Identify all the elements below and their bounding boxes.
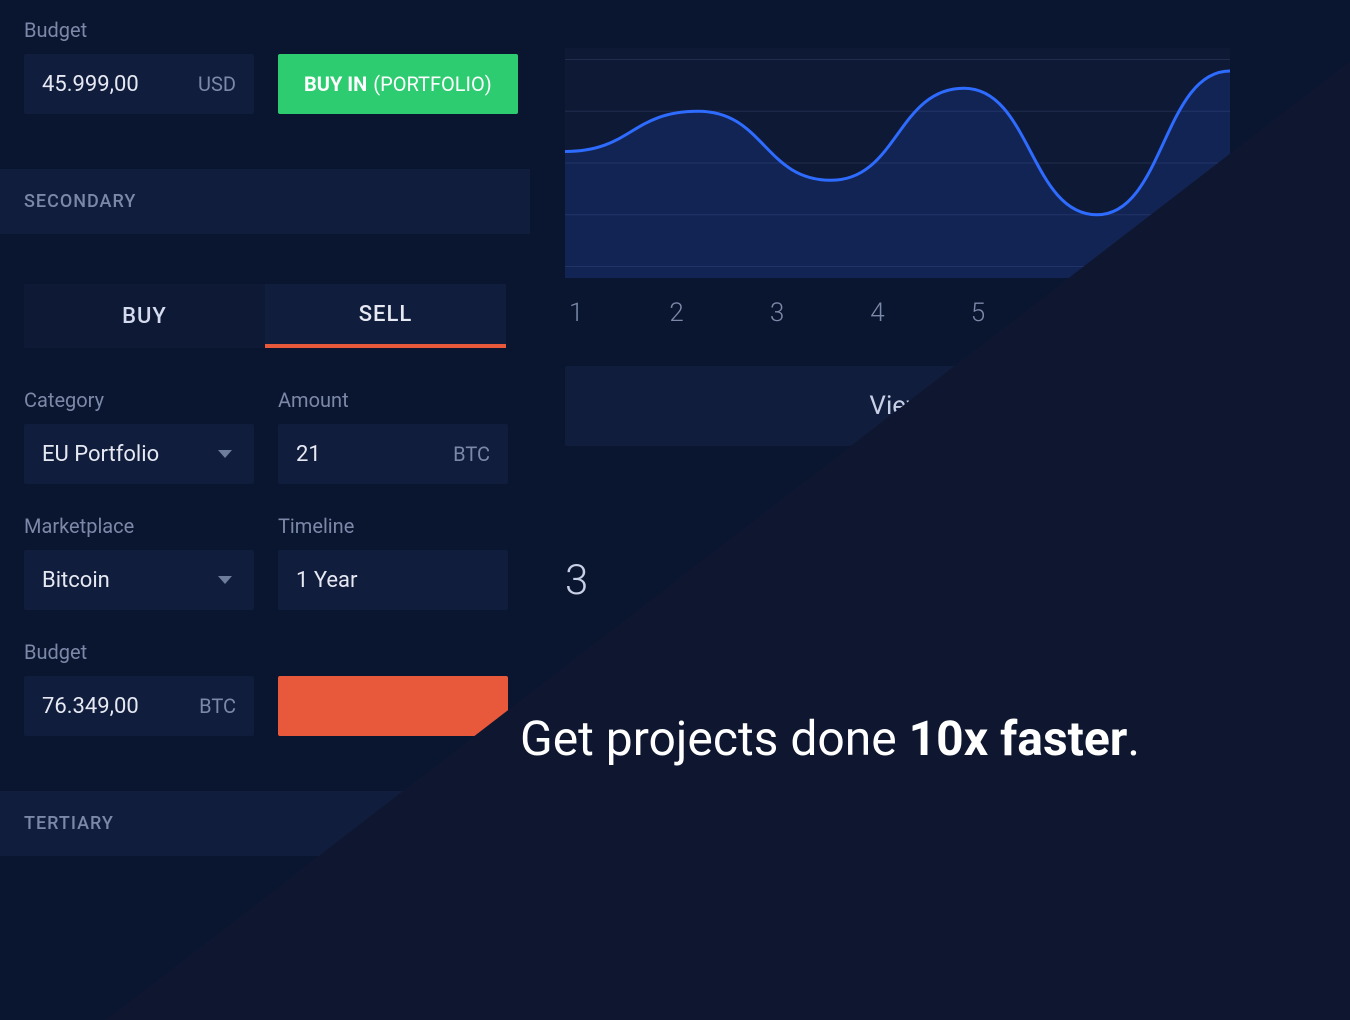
- tab-buy[interactable]: BUY: [24, 284, 265, 348]
- x-tick: 2: [669, 298, 683, 328]
- promo-text-plain: Get projects done: [520, 710, 909, 767]
- promo-text-bold: 10x faster: [909, 710, 1128, 767]
- budget-bottom-value: 76.349,00: [42, 694, 139, 719]
- buy-sell-tabs: BUY SELL: [24, 284, 506, 348]
- amount-unit: BTC: [453, 442, 490, 466]
- amount-label: Amount: [278, 388, 508, 412]
- timeline-label: Timeline: [278, 514, 508, 538]
- row-budget-buyin: Budget 45.999,00 USD BUY IN (PORTFOLIO): [24, 18, 506, 114]
- promo-text-end: .: [1127, 710, 1140, 767]
- budget-top-label: Budget: [24, 18, 254, 42]
- timeline-input[interactable]: 1 Year: [278, 550, 508, 610]
- x-tick: 5: [971, 298, 985, 328]
- x-tick: 3: [770, 298, 784, 328]
- tab-sell[interactable]: SELL: [265, 284, 506, 348]
- budget-bottom-label: Budget: [24, 640, 254, 664]
- sell-form: Category EU Portfolio Amount 21 BTC Mark…: [24, 388, 506, 736]
- section-header-secondary: SECONDARY: [0, 169, 530, 234]
- buy-in-rest: (PORTFOLIO): [373, 72, 491, 96]
- budget-bottom-unit: BTC: [199, 694, 236, 718]
- budget-top-value: 45.999,00: [42, 72, 139, 97]
- sell-action-button[interactable]: [278, 676, 508, 736]
- category-select[interactable]: EU Portfolio: [24, 424, 254, 484]
- budget-top-input[interactable]: 45.999,00 USD: [24, 54, 254, 114]
- marketplace-select[interactable]: Bitcoin: [24, 550, 254, 610]
- x-tick: 1: [569, 298, 583, 328]
- buy-in-button[interactable]: BUY IN (PORTFOLIO): [278, 54, 518, 114]
- timeline-value: 1 Year: [296, 568, 357, 593]
- marketplace-label: Marketplace: [24, 514, 254, 538]
- x-tick: 4: [870, 298, 884, 328]
- category-value: EU Portfolio: [42, 442, 159, 467]
- budget-bottom-input[interactable]: 76.349,00 BTC: [24, 676, 254, 736]
- buy-in-bold: BUY IN: [304, 72, 367, 96]
- budget-top-unit: USD: [198, 72, 236, 96]
- amount-value: 21: [296, 442, 321, 467]
- marketplace-value: Bitcoin: [42, 568, 110, 593]
- amount-input[interactable]: 21 BTC: [278, 424, 508, 484]
- category-label: Category: [24, 388, 254, 412]
